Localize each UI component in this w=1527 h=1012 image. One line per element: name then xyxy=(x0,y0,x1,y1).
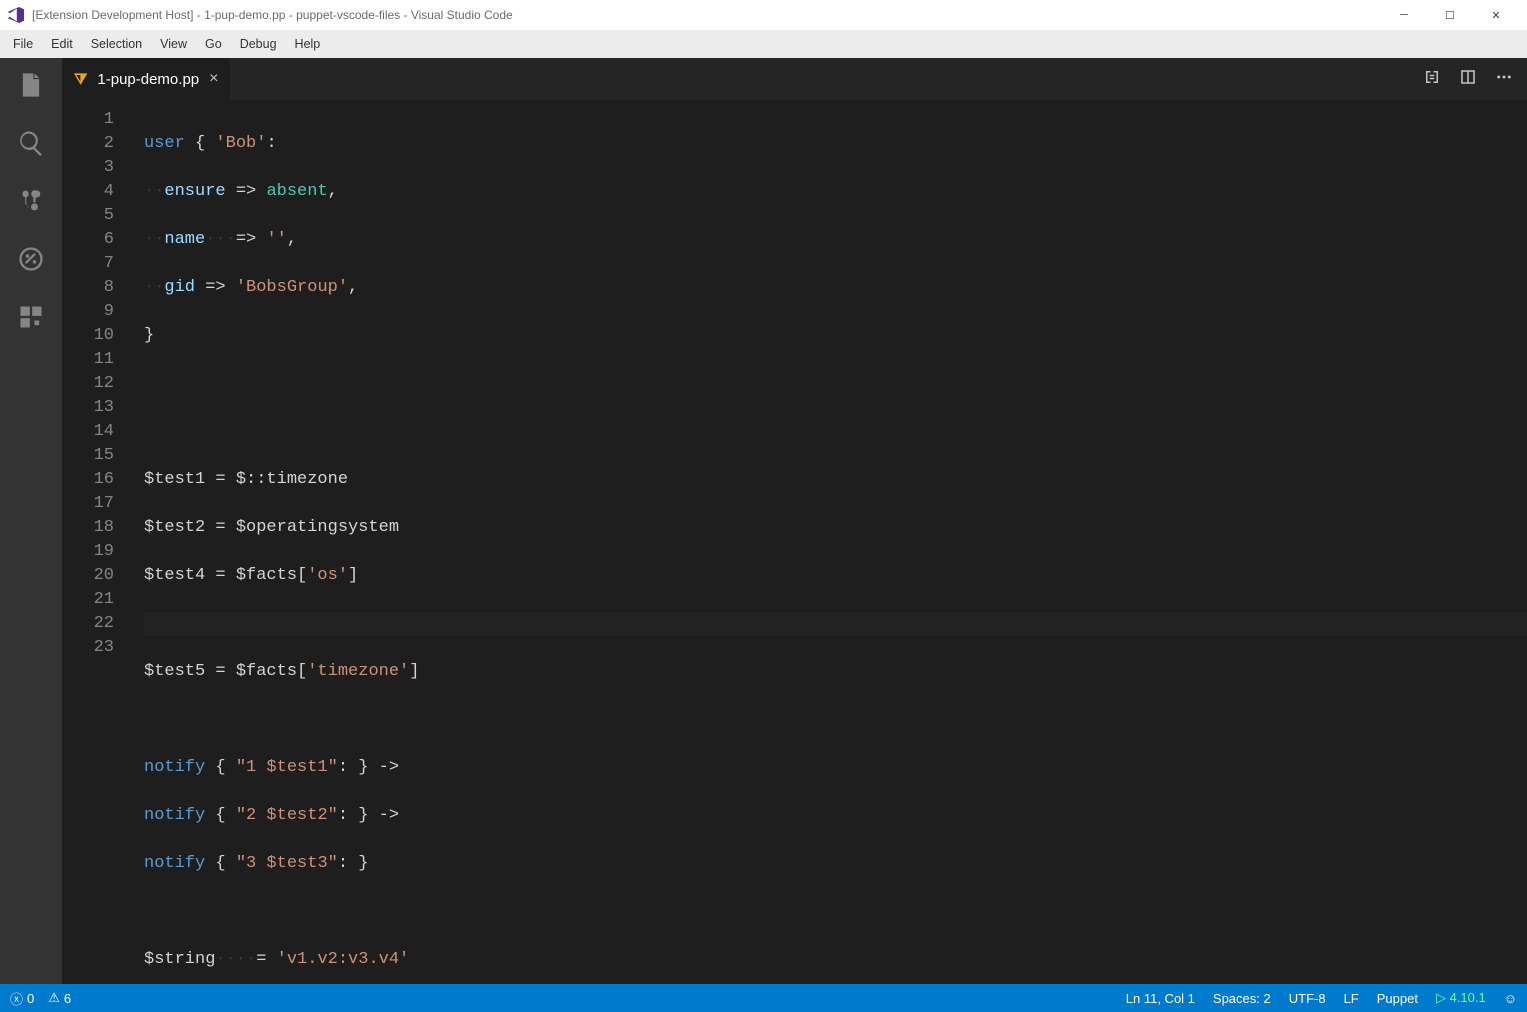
more-icon[interactable] xyxy=(1495,68,1513,91)
compare-icon[interactable] xyxy=(1423,68,1441,91)
menu-go[interactable]: Go xyxy=(196,37,231,51)
search-icon[interactable] xyxy=(16,128,46,158)
titlebar: [Extension Development Host] - 1-pup-dem… xyxy=(0,0,1527,30)
debug-icon[interactable] xyxy=(16,244,46,274)
status-position[interactable]: Ln 11, Col 1 xyxy=(1126,991,1195,1006)
puppet-file-icon: ⧩ xyxy=(74,71,87,88)
error-icon: ⓧ xyxy=(10,989,23,1008)
status-errors[interactable]: ⓧ 0 xyxy=(10,989,34,1008)
activity-bar xyxy=(0,58,62,984)
minimize-button[interactable]: ─ xyxy=(1381,9,1427,21)
warning-icon: ⚠ xyxy=(48,990,60,1006)
status-bar: ⓧ 0 ⚠ 6 Ln 11, Col 1 Spaces: 2 UTF-8 LF … xyxy=(0,984,1527,1012)
tab-file[interactable]: ⧩ 1-pup-demo.pp × xyxy=(62,58,230,100)
close-tab-icon[interactable]: × xyxy=(209,70,218,88)
line-gutter: 123 456 789 101112 131415 161718 192021 … xyxy=(62,100,132,984)
status-indent[interactable]: Spaces: 2 xyxy=(1213,991,1271,1006)
close-window-button[interactable]: ✕ xyxy=(1473,9,1519,22)
source-control-icon[interactable] xyxy=(16,186,46,216)
code-editor[interactable]: 123 456 789 101112 131415 161718 192021 … xyxy=(62,100,1527,984)
menu-debug[interactable]: Debug xyxy=(231,37,286,51)
menu-file[interactable]: File xyxy=(4,37,42,51)
status-puppet-version[interactable]: ▷ 4.10.1 xyxy=(1436,990,1486,1006)
status-language[interactable]: Puppet xyxy=(1377,991,1418,1006)
menu-edit[interactable]: Edit xyxy=(42,37,82,51)
code-content[interactable]: user { 'Bob': ··ensure => absent, ··name… xyxy=(132,100,1527,984)
extensions-icon[interactable] xyxy=(16,302,46,332)
feedback-icon[interactable]: ☺ xyxy=(1504,991,1517,1006)
menu-help[interactable]: Help xyxy=(286,37,330,51)
explorer-icon[interactable] xyxy=(16,70,46,100)
menu-selection[interactable]: Selection xyxy=(82,37,151,51)
tab-label: 1-pup-demo.pp xyxy=(97,71,199,88)
status-encoding[interactable]: UTF-8 xyxy=(1289,991,1326,1006)
window-title: [Extension Development Host] - 1-pup-dem… xyxy=(32,8,513,22)
menubar: File Edit Selection View Go Debug Help xyxy=(0,30,1527,58)
menu-view[interactable]: View xyxy=(151,37,196,51)
split-editor-icon[interactable] xyxy=(1459,68,1477,91)
vscode-icon xyxy=(8,7,24,23)
status-eol[interactable]: LF xyxy=(1344,991,1359,1006)
tab-bar: ⧩ 1-pup-demo.pp × xyxy=(62,58,1527,100)
maximize-button[interactable]: ☐ xyxy=(1427,9,1473,22)
status-warnings[interactable]: ⚠ 6 xyxy=(48,990,71,1006)
